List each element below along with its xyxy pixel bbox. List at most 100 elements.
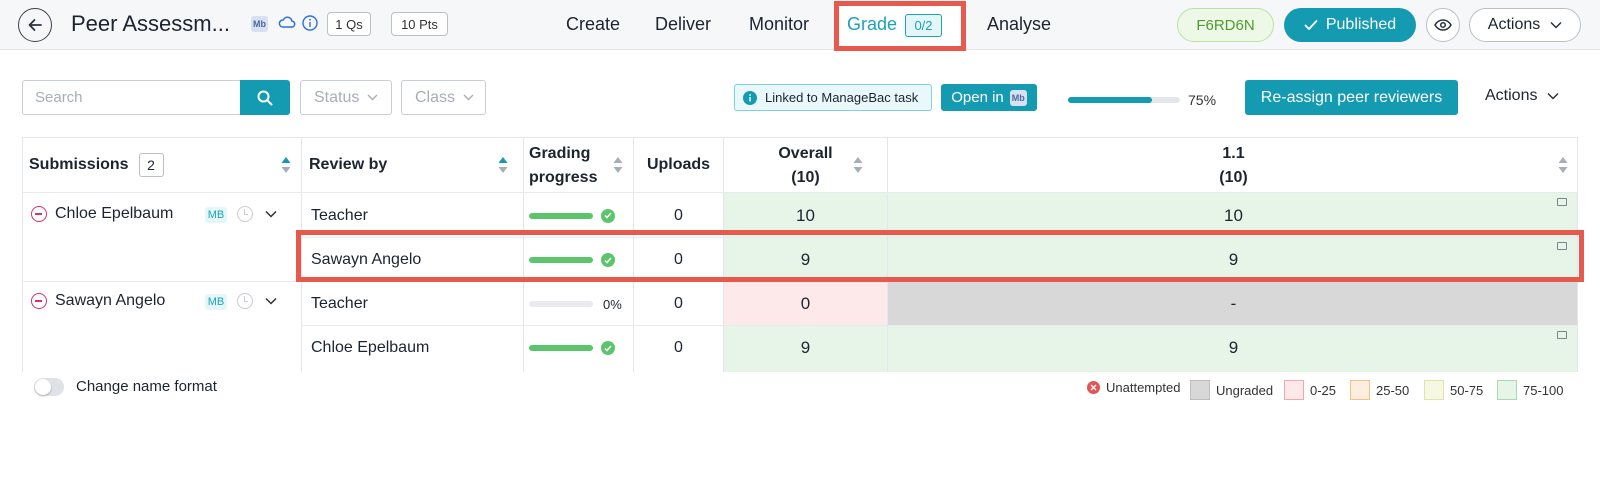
chevron-down-icon [1550,21,1562,29]
tab-create[interactable]: Create [566,14,620,35]
comment-icon[interactable] [1557,198,1567,206]
tab-grade-count-badge: 0/2 [905,14,942,37]
highlighted-row-outline [296,230,1584,282]
points-pill: 10 Pts [391,12,448,36]
reviewer-name: Teacher [311,295,368,312]
sort-icon[interactable] [853,156,863,174]
remove-icon[interactable] [31,206,47,222]
legend-label: Ungraded [1216,382,1274,398]
column-header-grading-progress: Grading [529,145,591,162]
submissions-count-badge: 2 [138,153,164,177]
header-actions-label: Actions [1487,16,1541,33]
preview-button[interactable] [1426,8,1460,42]
back-button[interactable] [18,8,52,42]
grading-progress-bar [529,301,593,307]
legend-swatch [1284,380,1304,400]
name-format-toggle[interactable] [34,378,64,396]
student-name[interactable]: Sawayn Angelo [55,292,165,310]
tab-monitor[interactable]: Monitor [749,14,809,35]
comment-icon[interactable] [1557,331,1567,339]
sort-icon[interactable] [498,156,508,174]
legend-75-100: 75-100 [1497,380,1563,400]
open-in-label: Open in [951,89,1004,106]
tab-analyse[interactable]: Analyse [987,14,1051,35]
reassign-peer-reviewers-button[interactable]: Re-assign peer reviewers [1245,80,1458,115]
questions-count-pill: 1 Qs [327,12,371,36]
status-filter-dropdown[interactable]: Status [300,80,392,115]
chevron-down-icon[interactable] [265,297,277,305]
search-button[interactable] [240,80,290,115]
managebac-tag: MB [205,207,227,223]
status-filter-label: Status [314,88,360,106]
table-actions-label: Actions [1485,87,1538,104]
question-score[interactable]: 9 [888,326,1577,370]
toggle-knob [35,379,51,395]
legend-unattempted: Unattempted [1087,380,1180,395]
sort-icon[interactable] [1558,156,1568,174]
managebac-tag: MB [205,294,227,310]
overall-score[interactable]: 0 [724,282,887,326]
submissions-header-label: Submissions [29,156,129,173]
grading-progress-label: 75% [1188,92,1217,108]
grading-progress-cell [529,326,615,370]
chevron-down-icon[interactable] [265,210,277,218]
page-title[interactable]: Peer Assessm... [71,11,230,37]
header-actions-button[interactable]: Actions [1469,8,1581,42]
tab-grade-label[interactable]: Grade [847,14,897,35]
arrow-left-icon [28,19,42,31]
grading-progress-cell: 0% [529,282,622,326]
student-row-sawayn[interactable]: Sawayn Angelo [31,290,165,312]
column-header-review-by: Review by [309,156,388,173]
check-circle-icon [601,341,615,355]
cloud-icon [278,16,296,28]
published-button[interactable]: Published [1284,8,1416,42]
legend-50-75: 50-75 [1424,380,1483,400]
grading-progress-bar [529,345,593,351]
open-in-managebac-button[interactable]: Open in Mb [941,84,1037,111]
search-input[interactable] [22,80,240,115]
legend-25-50: 25-50 [1350,380,1409,400]
legend-swatch [1424,380,1444,400]
info-icon [743,90,757,105]
class-filter-dropdown[interactable]: Class [401,80,486,115]
student-name[interactable]: Chloe Epelbaum [55,205,173,223]
question-score[interactable]: - [888,282,1577,326]
grading-progress-fill [529,345,593,351]
legend-label: 25-50 [1376,382,1410,398]
column-header-uploads: Uploads [646,156,711,173]
grading-progress-bar [1068,97,1180,103]
class-code-badge[interactable]: F6RD6N [1177,8,1274,42]
managebac-logo-icon: Mb [251,16,268,32]
grading-progress-fill [529,212,593,219]
sort-icon[interactable] [613,156,623,174]
uploads-count: 0 [674,295,683,312]
legend-0-25: 0-25 [1284,380,1336,400]
clock-icon[interactable] [237,206,253,222]
tab-deliver[interactable]: Deliver [655,14,711,35]
legend-label: 75-100 [1523,382,1564,398]
grading-progress-percent: 0% [603,296,622,312]
check-circle-icon [601,208,615,223]
grading-progress-bar [529,212,593,219]
managebac-linked-badge: Linked to ManageBac task [734,84,932,111]
sort-icon[interactable] [281,156,291,174]
reviewer-name: Chloe Epelbaum [311,339,430,356]
info-icon[interactable] [302,15,318,31]
overall-score[interactable]: 9 [724,326,887,370]
student-row-chloe[interactable]: Chloe Epelbaum [31,203,173,225]
chevron-down-icon [463,94,474,101]
legend-label: Unattempted [1106,380,1181,395]
uploads-count: 0 [674,339,683,356]
legend-ungraded: Ungraded [1190,380,1273,400]
legend-label: 0-25 [1310,382,1337,398]
name-format-label: Change name format [76,378,217,395]
grading-progress-fill [1068,97,1152,103]
remove-icon[interactable] [31,293,47,309]
column-header-submissions: Submissions 2 [29,138,164,192]
checkmark-icon [1304,20,1318,30]
clock-icon[interactable] [237,293,253,309]
close-circle-icon [1087,381,1100,394]
managebac-logo-icon: Mb [1009,89,1027,106]
table-actions-button[interactable]: Actions [1485,87,1559,105]
published-label: Published [1325,16,1397,33]
